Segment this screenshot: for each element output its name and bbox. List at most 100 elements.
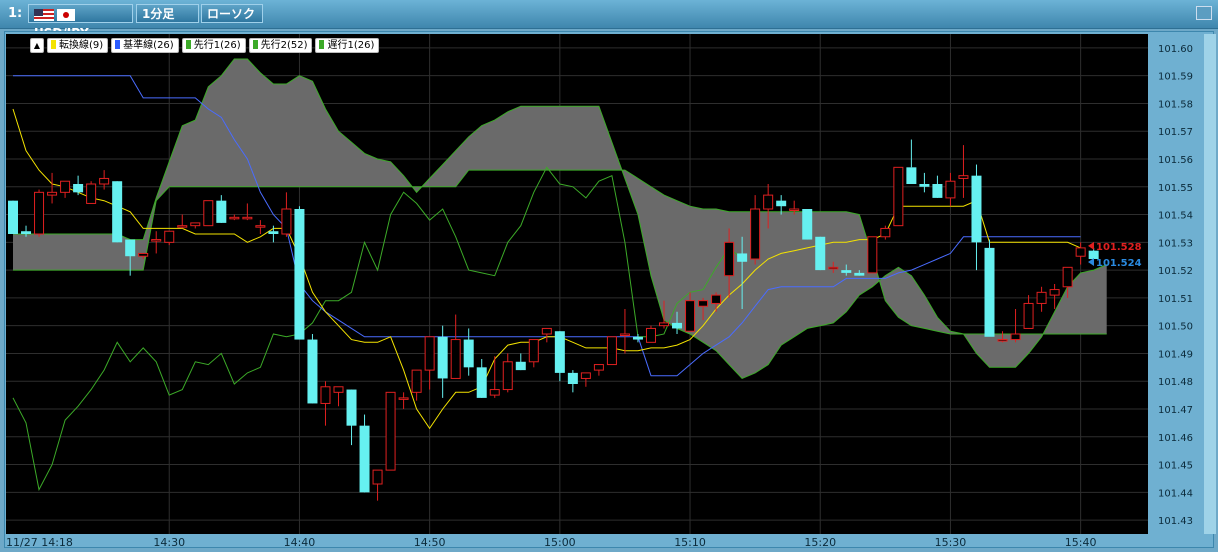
candle-body xyxy=(932,184,943,198)
senkou1-swatch xyxy=(185,40,191,49)
y-tick-label: 101.45 xyxy=(1158,461,1193,472)
ichimoku-chart[interactable]: 101.60 101.59 101.58 101.57 101.56 101.55 101.… xyxy=(0,0,1218,552)
candle xyxy=(359,414,370,493)
y-tick-label: 101.55 xyxy=(1158,183,1193,194)
candle-body xyxy=(242,216,253,220)
legend-item-senkou2[interactable]: 先行2(52) xyxy=(248,38,313,53)
candle-body xyxy=(854,272,865,276)
candle-body xyxy=(398,397,409,400)
legend-item-kijun[interactable]: 基準線(26) xyxy=(111,38,179,53)
y-tick-label: 101.60 xyxy=(1158,44,1193,55)
candle xyxy=(645,325,656,343)
chikou-swatch xyxy=(319,40,325,49)
candle-body xyxy=(880,227,891,238)
y-tick-label: 101.47 xyxy=(1158,405,1193,416)
candle xyxy=(34,189,45,237)
candle-body xyxy=(424,336,435,371)
candle-body xyxy=(164,230,175,243)
candle-body xyxy=(919,184,930,187)
candle xyxy=(867,236,878,274)
candle-body xyxy=(138,252,149,257)
candle-body xyxy=(281,208,292,235)
x-tick-label: 11/27 14:18 xyxy=(6,536,73,549)
candle-body xyxy=(255,225,266,228)
candle-body xyxy=(190,222,201,227)
y-tick-label: 101.54 xyxy=(1158,211,1193,222)
candle-body xyxy=(841,270,852,273)
senkou2-swatch xyxy=(252,40,258,49)
x-axis: 11/27 14:18 14:30 14:40 14:50 15:00 15:10 15:2… xyxy=(6,536,1096,549)
candle xyxy=(203,200,214,227)
candle-body xyxy=(528,339,539,363)
candle xyxy=(815,236,826,271)
candle xyxy=(307,334,318,404)
x-tick-label: 15:10 xyxy=(674,536,706,549)
candle-body xyxy=(385,391,396,471)
x-tick-label: 15:30 xyxy=(935,536,967,549)
y-tick-label: 101.48 xyxy=(1158,377,1193,388)
candle-body xyxy=(645,327,656,343)
candle-body xyxy=(997,339,1008,342)
price-label: 101.528 xyxy=(1096,242,1142,253)
candle-body xyxy=(763,194,774,210)
candle-body xyxy=(802,209,813,240)
candle-body xyxy=(815,236,826,271)
x-tick-label: 14:40 xyxy=(284,536,316,549)
kijun-swatch xyxy=(115,40,121,49)
candle-body xyxy=(984,247,995,337)
candle-body xyxy=(1049,289,1060,296)
y-tick-label: 101.59 xyxy=(1158,72,1193,83)
y-tick-label: 101.57 xyxy=(1158,127,1193,138)
legend-item-senkou1[interactable]: 先行1(26) xyxy=(181,38,246,53)
candle-body xyxy=(567,372,578,384)
candle-body xyxy=(945,180,956,199)
price-label: 101.524 xyxy=(1096,258,1142,269)
candle-body xyxy=(47,191,58,196)
tenkan-swatch xyxy=(51,40,56,49)
candle xyxy=(8,200,18,234)
vertical-scrollbar[interactable] xyxy=(1204,34,1216,534)
candle-body xyxy=(21,231,32,234)
candle-body xyxy=(60,180,71,193)
candle-body xyxy=(229,216,240,220)
candle-body xyxy=(333,386,344,393)
x-tick-label: 14:50 xyxy=(414,536,446,549)
legend-item-tenkan[interactable]: 転換線(9) xyxy=(47,38,109,53)
candle-body xyxy=(1075,247,1086,257)
legend-label: 基準線(26) xyxy=(123,40,174,51)
candle-body xyxy=(632,336,643,340)
candle xyxy=(802,209,813,240)
candle-body xyxy=(450,339,461,379)
candle xyxy=(606,336,617,366)
legend-label: 先行1(26) xyxy=(193,40,241,51)
candle-body xyxy=(125,239,136,257)
candle-body xyxy=(99,177,110,185)
candle xyxy=(86,181,97,204)
candle-body xyxy=(619,333,630,336)
y-tick-label: 101.56 xyxy=(1158,155,1193,166)
candle-body xyxy=(268,231,279,234)
candle-body xyxy=(659,322,669,327)
candle-body xyxy=(580,372,591,379)
candle-body xyxy=(606,336,617,366)
candle xyxy=(893,166,904,227)
candle-body xyxy=(151,239,162,242)
legend-item-chikou[interactable]: 遅行1(26) xyxy=(315,38,380,53)
y-tick-label: 101.44 xyxy=(1158,488,1193,499)
candle-body xyxy=(177,225,188,228)
candle-body xyxy=(737,253,748,262)
y-tick-label: 101.46 xyxy=(1158,433,1193,444)
candle-body xyxy=(958,175,969,179)
candle-body xyxy=(307,339,318,404)
candle-body xyxy=(294,209,305,340)
candle-body xyxy=(971,175,982,243)
candle-body xyxy=(372,469,383,485)
candle-body xyxy=(776,200,787,207)
candle xyxy=(984,239,995,337)
candle-body xyxy=(789,208,800,211)
candle-body xyxy=(672,322,683,329)
candle-body xyxy=(698,300,709,307)
candle-body xyxy=(593,364,604,371)
legend-toggle-button[interactable]: ▲ xyxy=(30,38,44,53)
candle-body xyxy=(346,389,357,426)
